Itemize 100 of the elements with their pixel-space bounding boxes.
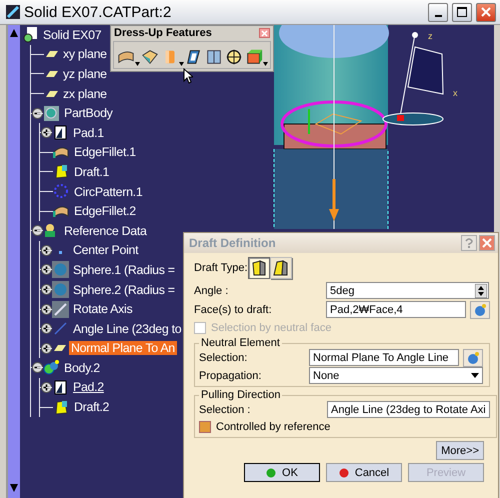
close-icon [481, 7, 491, 17]
caret-icon [135, 62, 140, 66]
tree-item[interactable]: PartBody [62, 106, 115, 120]
tree-item[interactable]: xy plane [61, 47, 109, 62]
expand-icon[interactable] [41, 284, 52, 296]
faces-input-field[interactable]: Pad,2₩Face,4 [326, 301, 466, 318]
tree-item[interactable]: Pad.1 [71, 126, 106, 140]
plane-icon [46, 90, 58, 97]
line-icon [52, 320, 69, 338]
selection-input-field[interactable]: Normal Plane To Angle Line [309, 349, 459, 366]
caret-icon [471, 373, 479, 378]
collapse-icon[interactable] [32, 225, 43, 236]
mouse-cursor-icon [183, 68, 193, 84]
pattern-icon [53, 183, 70, 200]
expand-icon[interactable] [41, 264, 52, 276]
maximize-icon [457, 7, 467, 17]
toolbar-title: Dress-Up Features [114, 27, 212, 39]
direction-arrow [329, 179, 339, 221]
tree-item[interactable]: Solid EX07 [41, 28, 104, 42]
sphere-icon [52, 261, 69, 278]
tree-item[interactable]: yz plane [61, 66, 109, 81]
caret-icon [263, 62, 268, 66]
checkbox-label: Selection by neutral face [211, 322, 332, 334]
ok-icon [266, 468, 276, 478]
field-label: Selection : [199, 404, 252, 416]
body-icon [43, 104, 60, 122]
caret-icon [179, 62, 184, 66]
tree-item[interactable]: zx plane [61, 86, 109, 101]
minimize-button[interactable] [428, 2, 448, 22]
draft-type-icon [273, 259, 289, 277]
field-label: Face(s) to draft: [194, 304, 273, 316]
close-icon [482, 238, 492, 248]
draft-type-button[interactable] [248, 257, 270, 279]
checkbox-label: Controlled by reference [216, 421, 330, 433]
tree-item[interactable]: CircPattern.1 [72, 184, 144, 199]
collapse-icon[interactable] [32, 362, 43, 374]
field-label: Selection: [199, 352, 248, 364]
part-icon [22, 26, 39, 44]
angle-input-field[interactable]: 5deg [326, 282, 489, 299]
checkbox[interactable] [199, 421, 211, 433]
pad-icon [52, 124, 69, 142]
shell-icon [185, 48, 203, 66]
draft-icon [53, 163, 70, 180]
axis-label: x [453, 88, 458, 98]
expand-icon[interactable] [41, 244, 52, 256]
sphere-icon [52, 281, 69, 298]
tree-item[interactable]: Sphere.1 (Radius = [71, 262, 177, 277]
app-icon [6, 5, 20, 19]
field-label: Propagation: [199, 370, 262, 382]
field-label: Draft Type: [194, 262, 248, 274]
tree-item[interactable]: Sphere.2 (Radius = [71, 282, 177, 297]
spinner-icon[interactable] [475, 284, 487, 298]
scroll-up-icon[interactable] [10, 29, 18, 37]
group-title: Pulling Direction [200, 389, 282, 401]
more-button[interactable]: More>> [436, 441, 484, 460]
tree-item[interactable]: Draft.2 [72, 400, 112, 414]
tree-item[interactable]: Angle Line (23deg to [71, 322, 184, 336]
select-button[interactable] [463, 348, 483, 366]
dialog-button[interactable]: OK [244, 463, 320, 482]
tree-item[interactable]: Draft.1 [72, 164, 112, 179]
axis-label: z [428, 31, 432, 41]
draft-icon [53, 398, 70, 416]
dialog-title: Draft Definition [189, 236, 276, 250]
selection-icon [473, 302, 487, 316]
expand-icon[interactable] [41, 323, 52, 334]
dialog-button[interactable]: Cancel [326, 463, 402, 482]
group-title: Neutral Element [200, 337, 281, 349]
tree-item[interactable]: Pad.2 [71, 380, 106, 394]
tree-item[interactable]: Center Point [71, 243, 140, 258]
propagation-dropdown[interactable]: None [309, 367, 483, 384]
close-button[interactable] [479, 235, 495, 251]
chamfer-icon [141, 48, 159, 66]
tree-item[interactable]: EdgeFillet.2 [72, 204, 138, 218]
plane-icon [46, 51, 58, 58]
collapse-icon[interactable] [32, 108, 43, 119]
minimize-icon [434, 14, 442, 16]
target-icon [225, 48, 243, 66]
expand-icon[interactable] [41, 342, 52, 354]
draft-type-icon [251, 259, 267, 277]
tree-item[interactable]: EdgeFillet.1 [72, 145, 138, 160]
close-button[interactable] [476, 2, 496, 22]
selection-input-field[interactable]: Angle Line (23deg to Rotate Axi [327, 401, 490, 418]
tree-item[interactable]: Body.2 [62, 360, 102, 375]
plane-icon [46, 70, 58, 77]
maximize-button[interactable] [452, 2, 472, 22]
draft-type-button[interactable] [270, 257, 292, 279]
scroll-down-icon[interactable] [10, 484, 18, 492]
selection-icon [466, 350, 480, 364]
expand-icon[interactable] [41, 382, 52, 393]
expand-icon[interactable] [41, 304, 52, 315]
box-icon [245, 48, 263, 66]
help-icon [465, 238, 473, 248]
close-icon [261, 30, 268, 36]
tree-item[interactable]: Rotate Axis [71, 302, 134, 316]
window-title: Solid EX07.CATPart:2 [24, 4, 172, 20]
cancel-icon [338, 468, 349, 478]
expand-icon[interactable] [41, 127, 52, 138]
tree-item[interactable]: Reference Data [62, 224, 149, 238]
plane-icon [54, 345, 66, 352]
toolbar-close-button[interactable] [259, 28, 270, 38]
